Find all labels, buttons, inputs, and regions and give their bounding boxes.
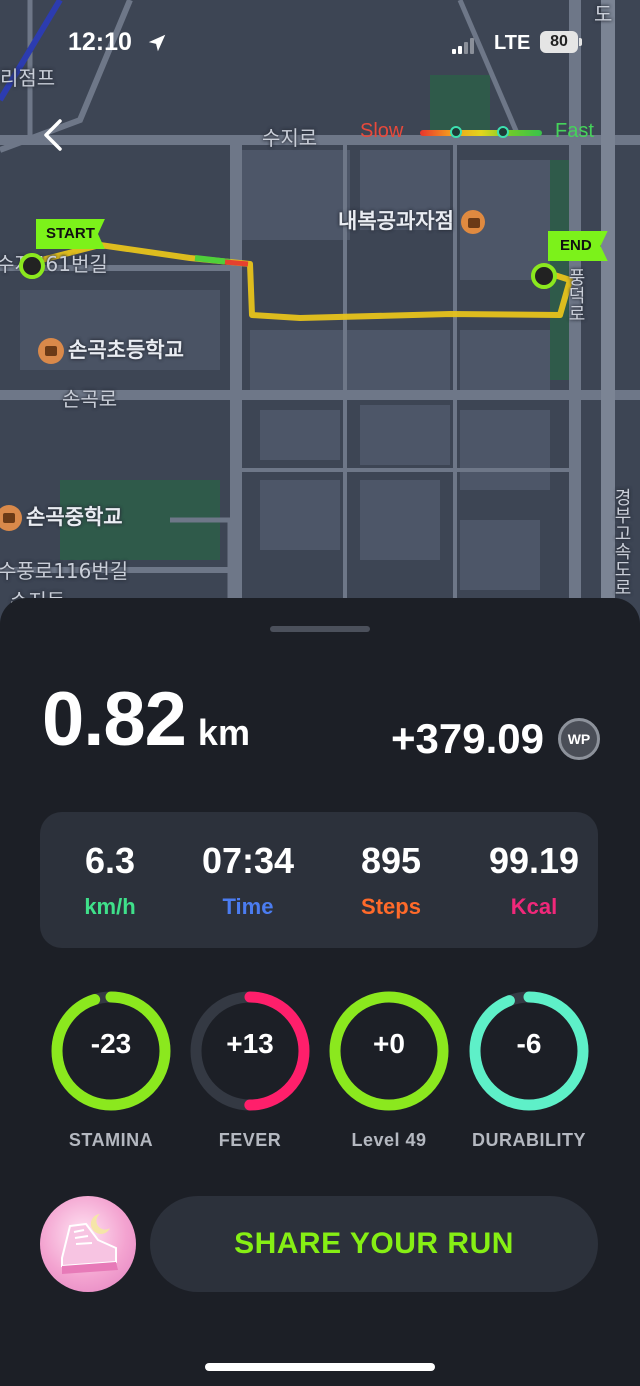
gauge-value: -6: [516, 1028, 542, 1059]
gauge-value: -23: [90, 1028, 132, 1059]
bakery-icon: [461, 210, 486, 234]
battery-icon: 80: [540, 31, 582, 53]
stat-label: km/h: [84, 894, 136, 919]
map-label-top-right: 도: [594, 2, 613, 26]
map-label-highway: 경부고속도로: [611, 488, 632, 596]
sneaker-icon: [61, 1214, 118, 1274]
gauge-value: +0: [373, 1028, 405, 1059]
stat-value: 6.3: [84, 840, 136, 881]
home-indicator[interactable]: [205, 1363, 435, 1371]
status-bar: 12:10 LTE 80: [0, 26, 640, 66]
stat-label: Kcal: [510, 894, 558, 919]
sneaker-avatar[interactable]: [40, 1196, 136, 1292]
stat-kcal: 99.19 Kcal: [464, 840, 604, 920]
speed-legend: Slow Fast: [360, 120, 610, 148]
attribute-gauges: -23 STAMINA +13 FEVER +0 Level 49 -6 DUR…: [0, 988, 640, 1168]
sheet-grabber[interactable]: [270, 626, 370, 632]
map-label-elementary-school[interactable]: 손곡초등학교: [38, 334, 184, 364]
run-summary-sheet: 0.82 km +379.09 WP 6.3 km/h 07:34 Time 89…: [0, 598, 640, 1386]
gauge-level: +0 Level 49: [319, 988, 459, 1151]
gauge-label: STAMINA: [68, 1130, 154, 1150]
wp-badge-icon: WP: [558, 718, 600, 760]
stat-value: 99.19: [488, 840, 580, 881]
gauge-label: Level 49: [351, 1130, 427, 1150]
battery-level: 80: [550, 33, 568, 50]
start-pin-icon: [19, 253, 45, 279]
end-pin-icon: [531, 263, 557, 289]
middle-school-label-text: 손곡중학교: [26, 505, 123, 529]
map-label-top-left: 리점프: [0, 66, 56, 90]
gauge-stamina: -23 STAMINA: [41, 988, 181, 1151]
legend-marker: [450, 126, 462, 138]
share-run-button[interactable]: SHARE YOUR RUN: [150, 1196, 598, 1292]
bakery-label-text: 내복공과자점: [338, 209, 454, 233]
back-chevron-icon[interactable]: [40, 118, 70, 152]
stat-speed: 6.3 km/h: [40, 840, 180, 920]
start-flag: START: [36, 219, 105, 249]
gauge-durability: -6 DURABILITY: [459, 988, 599, 1151]
map-label-suji-ro: 수지로: [262, 126, 318, 150]
legend-marker: [497, 126, 509, 138]
signal-icon: [452, 38, 476, 54]
stat-value: 895: [360, 840, 422, 881]
stat-steps: 895 Steps: [321, 840, 461, 920]
location-arrow-icon: [148, 34, 166, 52]
legend-slow-label: Slow: [360, 120, 404, 142]
map-label-songok-ro: 손곡로: [62, 387, 118, 411]
network-type: LTE: [494, 32, 531, 54]
map-roads: [0, 0, 640, 640]
map-label-road-461: 수지461번길: [0, 252, 108, 276]
gauge-label: DURABILITY: [472, 1130, 586, 1150]
map-label-middle-school[interactable]: 손곡중학교: [0, 501, 123, 531]
stat-label: Steps: [361, 894, 421, 919]
map-label-right-road: 풍덕로: [565, 268, 586, 322]
wp-value: +379.09: [391, 715, 544, 762]
end-flag: END: [548, 231, 608, 261]
school-icon: [0, 505, 22, 531]
distance-display: 0.82 km: [42, 676, 250, 763]
wp-earned: +379.09 WP: [391, 715, 600, 763]
stat-label: Time: [222, 894, 274, 919]
stats-panel: 6.3 km/h 07:34 Time 895 Steps 99.19 Kcal: [40, 812, 598, 948]
stat-value: 07:34: [201, 840, 295, 881]
gauge-value: +13: [226, 1028, 274, 1059]
elementary-school-label-text: 손곡초등학교: [68, 338, 184, 362]
distance-value: 0.82: [42, 677, 187, 762]
distance-unit: km: [197, 712, 250, 753]
map-label-road-116: 수풍로116번길: [0, 559, 129, 583]
stat-time: 07:34 Time: [178, 840, 318, 920]
route-map[interactable]: 리점프 도 수지로 내복공과자점 수지461번길 손곡초등학교 손곡로 손곡중학…: [0, 0, 640, 640]
school-icon: [38, 338, 64, 364]
gauge-label: FEVER: [218, 1130, 282, 1150]
gauge-fever: +13 FEVER: [180, 988, 320, 1151]
status-time: 12:10: [68, 28, 132, 56]
speed-gradient-bar: [420, 130, 542, 136]
legend-fast-label: Fast: [555, 120, 594, 142]
map-label-bakery[interactable]: 내복공과자점: [338, 205, 489, 235]
